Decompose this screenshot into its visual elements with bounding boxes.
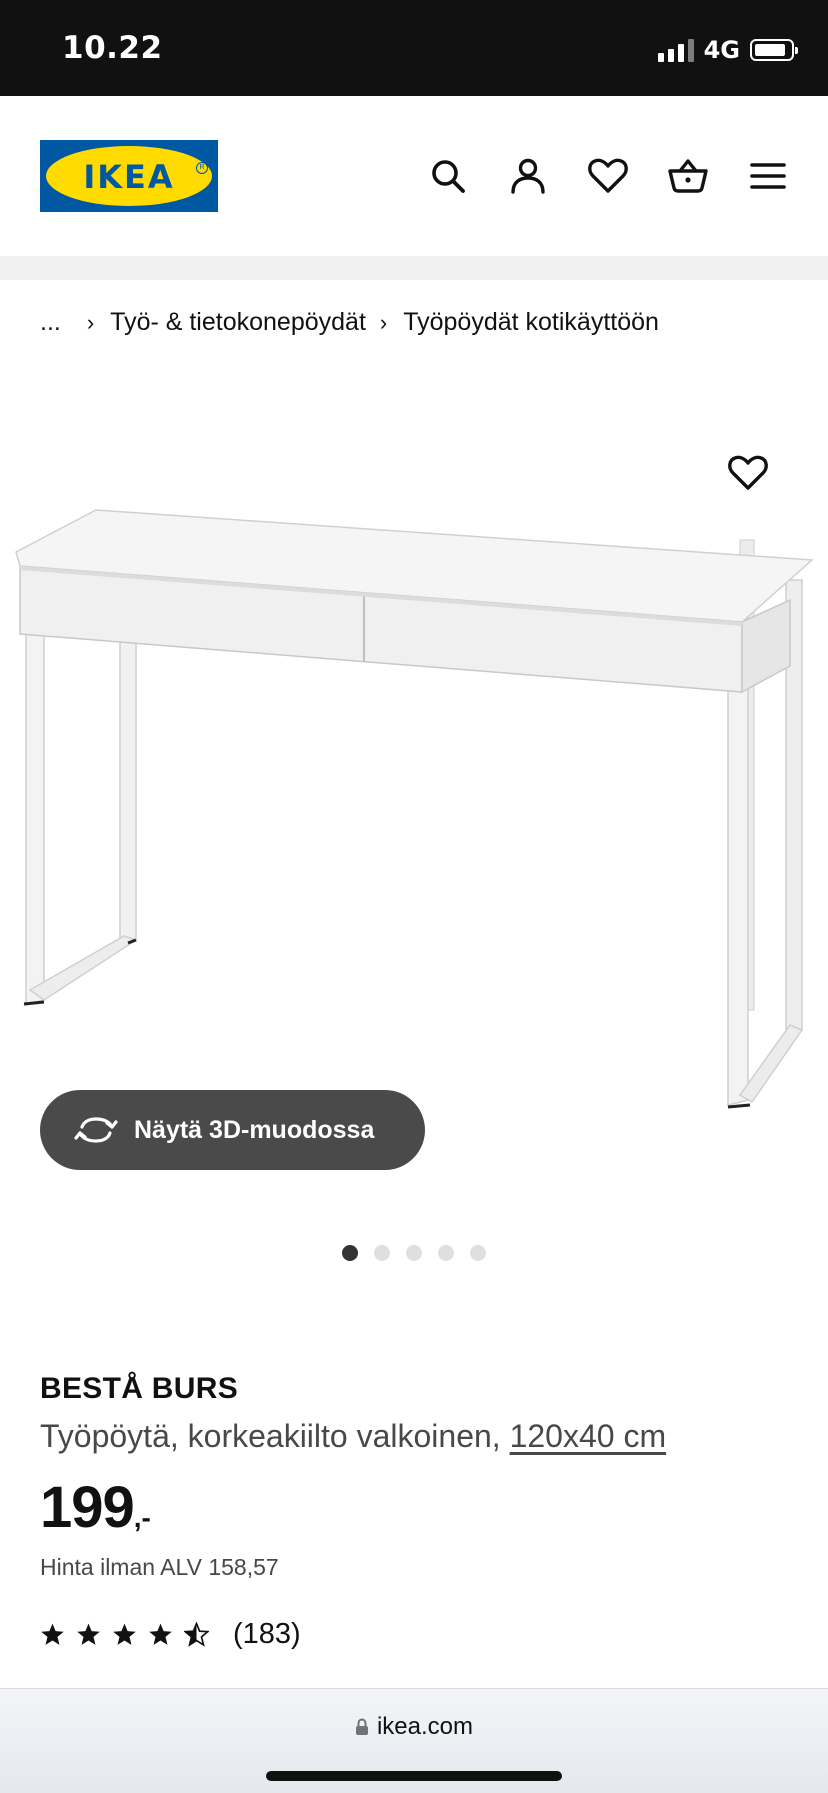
- rating-stars: [40, 1622, 209, 1647]
- header-divider: [0, 256, 828, 280]
- product-type: Työpöytä, korkeakiilto valkoinen,: [40, 1418, 501, 1454]
- carousel-dot[interactable]: [406, 1245, 422, 1261]
- heart-icon[interactable]: [586, 154, 630, 198]
- price-integer: 199: [40, 1475, 135, 1540]
- star-icon: [113, 1623, 136, 1645]
- price-suffix: ,-: [133, 1502, 151, 1533]
- breadcrumb-ellipsis[interactable]: ...: [40, 308, 61, 337]
- logo-text: IKEA: [83, 158, 175, 196]
- chevron-right-icon: ›: [379, 309, 388, 335]
- half-star-icon: [184, 1622, 209, 1647]
- menu-icon[interactable]: [746, 154, 790, 198]
- star-icon: [41, 1623, 64, 1645]
- home-indicator[interactable]: [266, 1771, 562, 1781]
- status-time: 10.22: [62, 30, 163, 66]
- product-image[interactable]: [0, 380, 828, 1140]
- basket-icon[interactable]: [666, 154, 710, 198]
- battery-icon: [750, 39, 798, 61]
- breadcrumb-item-desks[interactable]: Työ- & tietokonepöydät: [110, 308, 366, 337]
- product-description: Työpöytä, korkeakiilto valkoinen, 120x40…: [40, 1418, 666, 1455]
- browser-address-bar[interactable]: ikea.com: [0, 1688, 828, 1793]
- view-3d-label: Näytä 3D-muodossa: [134, 1115, 375, 1144]
- rotate-3d-icon: [74, 1117, 118, 1143]
- breadcrumb-item-home-desks[interactable]: Työpöydät kotikäyttöön: [403, 308, 659, 337]
- url-row[interactable]: ikea.com: [0, 1713, 828, 1741]
- price-excl-vat: Hinta ilman ALV 158,57: [40, 1554, 279, 1580]
- favorite-heart-icon[interactable]: [726, 452, 770, 494]
- lock-icon: [355, 1718, 368, 1735]
- status-indicators: 4G: [657, 36, 798, 64]
- product-price: 199,-: [40, 1474, 151, 1541]
- site-header: IKEA R: [0, 96, 828, 256]
- chevron-right-icon: ›: [86, 309, 95, 335]
- product-rating[interactable]: (183): [40, 1618, 301, 1651]
- image-carousel-dots: [342, 1245, 486, 1261]
- product-size-link[interactable]: 120x40 cm: [510, 1418, 667, 1454]
- carousel-dot[interactable]: [342, 1245, 358, 1261]
- signal-icon: [657, 38, 694, 62]
- carousel-dot[interactable]: [374, 1245, 390, 1261]
- carousel-dot[interactable]: [470, 1245, 486, 1261]
- view-3d-button[interactable]: Näytä 3D-muodossa: [40, 1090, 425, 1170]
- product-name: BESTÅ BURS: [40, 1372, 239, 1405]
- status-bar: 10.22 4G: [0, 0, 828, 96]
- star-icon: [77, 1623, 100, 1645]
- star-icon: [149, 1623, 172, 1645]
- account-icon[interactable]: [506, 154, 550, 198]
- review-count: (183): [233, 1618, 301, 1650]
- url-text: ikea.com: [376, 1713, 474, 1740]
- ikea-logo[interactable]: IKEA R: [40, 140, 218, 212]
- network-type: 4G: [703, 36, 740, 64]
- search-icon[interactable]: [426, 154, 470, 198]
- carousel-dot[interactable]: [438, 1245, 454, 1261]
- breadcrumb: ... › Työ- & tietokonepöydät › Työpöydät…: [40, 308, 659, 337]
